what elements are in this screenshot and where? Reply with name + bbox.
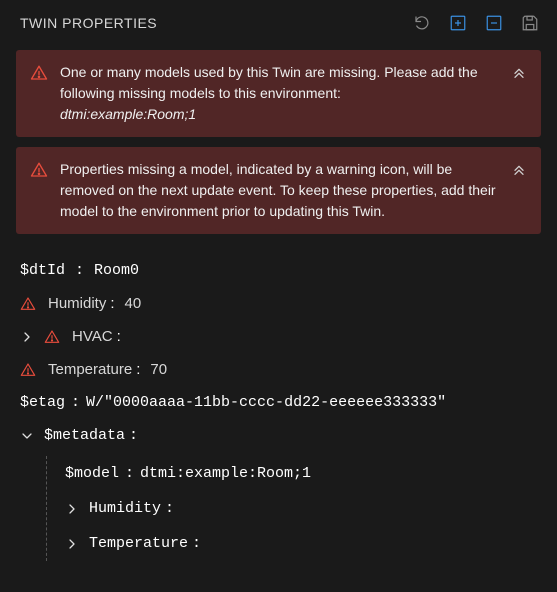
property-value: 70 [150,361,167,378]
property-value: Room0 [94,262,139,279]
property-temperature[interactable]: Temperature: 70 [20,353,537,386]
property-key: Temperature [89,535,188,552]
property-key: $model [65,465,119,482]
toolbar [411,12,541,34]
chevron-right-icon [65,538,79,550]
chevron-double-up-icon [511,161,527,177]
collapse-button[interactable] [483,12,505,34]
property-metadata-temperature[interactable]: Temperature: [65,526,537,561]
plus-box-icon [449,14,467,32]
undo-button[interactable] [411,12,433,34]
property-key: Humidity [89,500,161,517]
chevron-right-icon [65,503,79,515]
save-icon [521,14,539,32]
alert-collapse-button[interactable] [511,161,527,183]
property-value: 40 [125,295,142,312]
property-metadata-humidity[interactable]: Humidity: [65,491,537,526]
chevron-right-icon [20,331,34,343]
alert-text: Properties missing a model, indicated by… [60,161,496,219]
property-value: W/"0000aaaa-11bb-cccc-dd22-eeeeee333333" [86,394,446,411]
property-key: $etag [20,394,65,411]
property-key: Temperature [48,361,132,378]
save-button[interactable] [519,12,541,34]
warning-icon [44,329,62,345]
property-metadata[interactable]: $metadata: [20,419,537,452]
warning-icon [30,161,48,185]
property-value: dtmi:example:Room;1 [140,465,311,482]
chevron-down-icon [20,430,34,442]
alert-missing-properties: Properties missing a model, indicated by… [16,147,541,234]
alert-model-id: dtmi:example:Room;1 [60,106,196,122]
alert-collapse-button[interactable] [511,64,527,86]
property-metadata-model[interactable]: $model: dtmi:example:Room;1 [65,456,537,491]
alert-missing-models: One or many models used by this Twin are… [16,50,541,137]
undo-icon [413,14,431,32]
property-hvac[interactable]: HVAC: [20,320,537,353]
property-key: $metadata [44,427,125,444]
expand-button[interactable] [447,12,469,34]
panel-title: TWIN PROPERTIES [20,15,157,31]
property-key: Humidity [48,295,106,312]
minus-box-icon [485,14,503,32]
property-key: HVAC [72,328,113,345]
warning-icon [30,64,48,88]
alert-text: One or many models used by this Twin are… [60,64,478,101]
property-dtid[interactable]: $dtId: Room0 [20,254,537,287]
property-humidity[interactable]: Humidity: 40 [20,287,537,320]
warning-icon [20,296,38,312]
chevron-double-up-icon [511,64,527,80]
warning-icon [20,362,38,378]
property-key: $dtId [20,262,65,279]
property-etag[interactable]: $etag: W/"0000aaaa-11bb-cccc-dd22-eeeeee… [20,386,537,419]
